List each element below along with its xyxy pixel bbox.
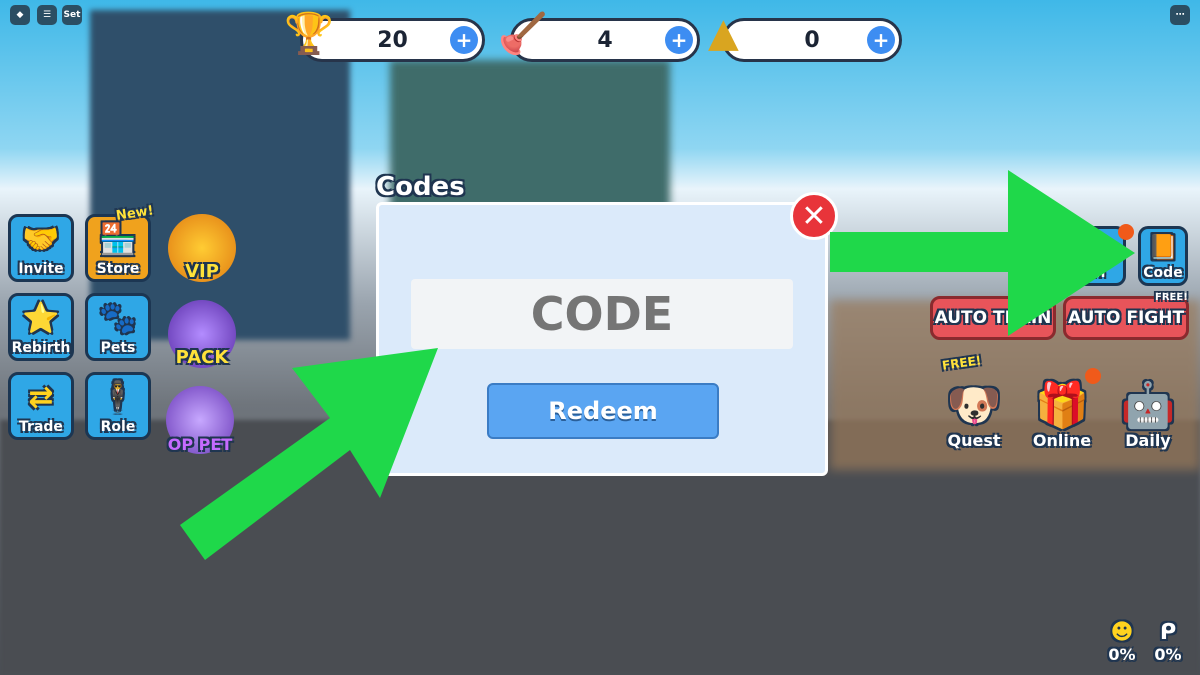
arrow-to-code-input <box>180 348 438 560</box>
annotation-arrows <box>180 170 1135 560</box>
arrow-to-code-button <box>830 170 1135 336</box>
